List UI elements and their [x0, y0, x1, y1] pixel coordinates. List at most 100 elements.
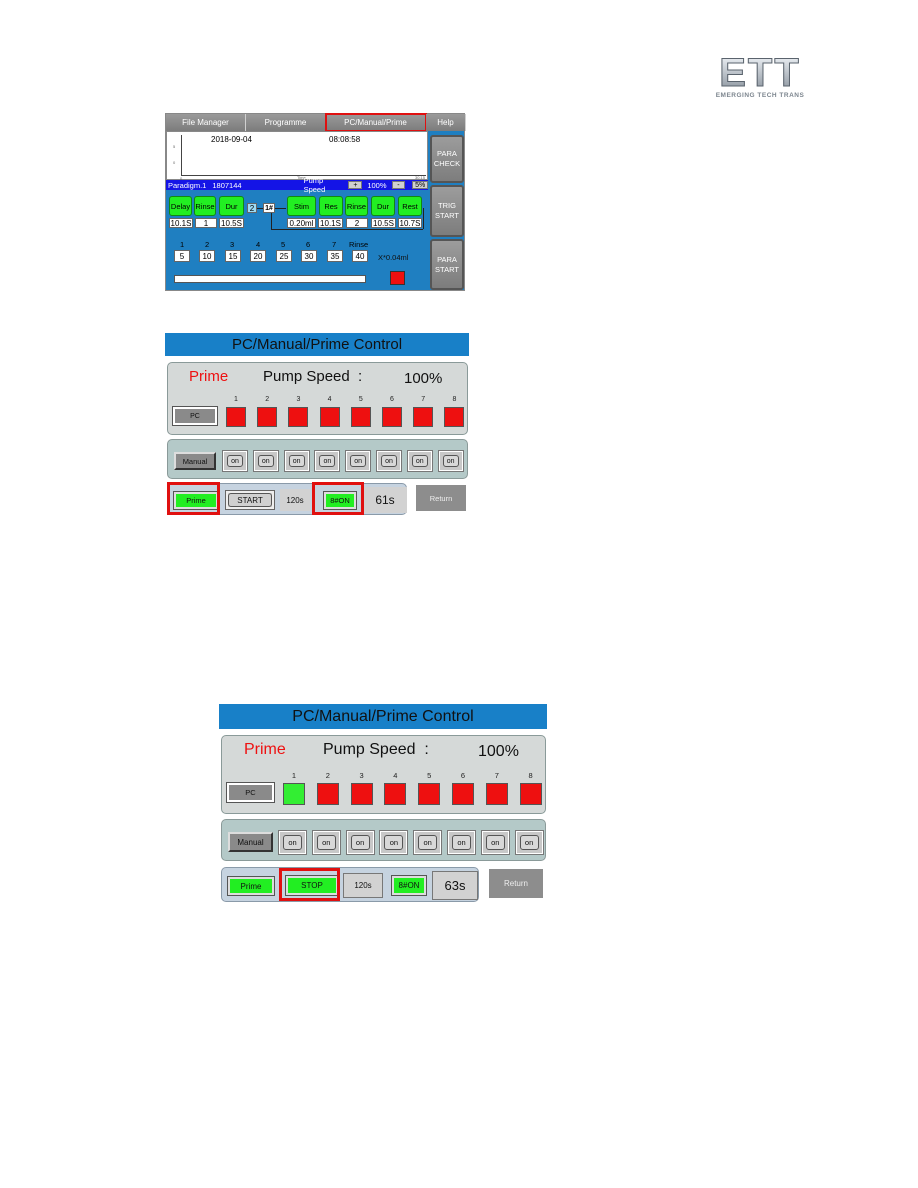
para-start-button[interactable]: PARA START	[430, 239, 464, 290]
trig-start-line2: START	[435, 211, 459, 220]
delay-value[interactable]: 10.1S	[169, 218, 193, 228]
step-stim-button[interactable]: Stim	[287, 196, 316, 216]
channel-indicator-4	[319, 407, 340, 427]
channel-on-button-5[interactable]: on	[345, 450, 372, 472]
step-dur2-button[interactable]: Dur	[371, 196, 395, 216]
ett-logo: ETT EMERGING TECH TRANS	[700, 53, 820, 100]
rest-value[interactable]: 10.7S	[398, 218, 422, 228]
step-delay-button[interactable]: Delay	[169, 196, 192, 216]
speed-step-value[interactable]: 5%	[412, 181, 428, 189]
on-label: on	[283, 835, 302, 850]
vol-label-4: 4	[256, 240, 261, 249]
pump-speed-value: 100%	[478, 743, 519, 760]
on-label: on	[418, 835, 438, 850]
tab-help[interactable]: Help	[426, 114, 466, 131]
vol-label-7: 7	[332, 240, 337, 249]
channel-on-button-5[interactable]: on	[413, 830, 443, 855]
channel-on-button-8[interactable]: on	[514, 830, 544, 855]
channel-number-2: 2	[325, 771, 330, 780]
chart-time: 08:08:58	[329, 135, 361, 144]
channel-on-button-6[interactable]: on	[376, 450, 402, 472]
tab-pc-manual-prime[interactable]: PC/Manual/Prime	[325, 113, 427, 132]
control-title: PC/Manual/Prime Control	[165, 333, 469, 356]
channel-selector[interactable]: 1#	[263, 203, 275, 213]
channel-on-button-8[interactable]: on	[437, 450, 464, 472]
connector-line	[275, 208, 286, 209]
pump-speed-label: Pump Speed :	[263, 368, 363, 385]
loop-count[interactable]: 2	[247, 203, 257, 213]
para-check-button[interactable]: PARA CHECK	[430, 135, 464, 183]
channel-on-button-7[interactable]: on	[406, 450, 433, 472]
vol-value-4[interactable]: 20	[250, 250, 266, 262]
rinse2-value[interactable]: 2	[346, 218, 368, 228]
para-check-line1: PARA	[437, 149, 457, 158]
channel-on-button-7[interactable]: on	[480, 830, 510, 855]
trig-start-button[interactable]: TRIG START	[430, 185, 464, 237]
logo-text: ETT	[700, 53, 820, 94]
on-label: on	[384, 835, 404, 850]
mode-label: Prime	[244, 741, 286, 758]
channel-number-7: 7	[494, 771, 499, 780]
return-button[interactable]: Return	[416, 485, 466, 511]
channel-on-button-1[interactable]: on	[278, 830, 307, 855]
pc-button[interactable]: PC	[172, 406, 218, 426]
pump-speed-value: 100%	[404, 370, 443, 387]
vol-value-3[interactable]: 15	[225, 250, 241, 262]
channel-on-button-2[interactable]: on	[311, 830, 341, 855]
para-start-line2: START	[435, 264, 459, 274]
duration-value[interactable]: 120s	[343, 873, 383, 898]
speed-minus-button[interactable]: -	[391, 181, 406, 189]
manual-button[interactable]: Manual	[228, 832, 273, 852]
tab-programme[interactable]: Programme	[246, 114, 326, 131]
step-dur-button[interactable]: Dur	[219, 196, 244, 216]
channel-on-button-3[interactable]: on	[345, 830, 375, 855]
on-label: on	[411, 455, 428, 467]
y-tick: 0	[173, 160, 176, 165]
manual-button[interactable]: Manual	[174, 452, 216, 470]
stim-value[interactable]: 0.20ml	[287, 218, 316, 228]
channel-indicator-2	[316, 783, 339, 805]
vol-label-rinse: Rinse	[349, 240, 369, 249]
para-check-line2: CHECK	[433, 159, 461, 168]
channel-number-5: 5	[427, 771, 432, 780]
channel-indicator-1	[226, 407, 246, 427]
vol-value-2[interactable]: 10	[199, 250, 215, 262]
channel-on-button-3[interactable]: on	[283, 450, 310, 472]
on-label: on	[288, 455, 305, 467]
dur-value[interactable]: 10.5S	[219, 218, 244, 228]
status-bar: Paradigm.1 1807144 Pump Speed + 100% - 5…	[166, 176, 428, 194]
step-rinse2-button[interactable]: Rinse	[345, 196, 368, 216]
all-on-button[interactable]: 8#ON	[391, 875, 427, 896]
channel-on-button-4[interactable]: on	[379, 830, 409, 855]
control-title: PC/Manual/Prime Control	[219, 704, 547, 729]
vol-value-6[interactable]: 30	[301, 250, 317, 262]
res-value[interactable]: 10.1S	[318, 218, 343, 228]
tab-file-manager[interactable]: File Manager	[166, 114, 246, 131]
rinse-value[interactable]: 1	[195, 218, 217, 228]
step-res-button[interactable]: Res	[319, 196, 343, 216]
prime-button[interactable]: Prime	[227, 876, 275, 896]
channel-on-button-6[interactable]: on	[447, 830, 476, 855]
loop-line	[423, 208, 424, 229]
on-label: on	[316, 835, 336, 850]
return-button[interactable]: Return	[489, 869, 543, 898]
vol-label-3: 3	[230, 240, 235, 249]
step-rest-button[interactable]: Rest	[398, 196, 422, 216]
channel-indicator-8	[444, 407, 465, 427]
vol-value-7[interactable]: 35	[327, 250, 343, 262]
channel-on-button-1[interactable]: on	[222, 450, 248, 472]
tab-bar: File Manager Programme PC/Manual/Prime H…	[166, 113, 466, 132]
on-label: on	[350, 455, 367, 467]
logo-subtitle: EMERGING TECH TRANS	[715, 92, 805, 99]
start-button[interactable]: START	[225, 490, 275, 510]
pc-button[interactable]: PC	[226, 782, 275, 803]
speed-plus-button[interactable]: +	[348, 181, 363, 189]
channel-on-button-4[interactable]: on	[314, 450, 341, 472]
channel-on-button-2[interactable]: on	[252, 450, 279, 472]
dur2-value[interactable]: 10.5S	[371, 218, 396, 228]
duration-value[interactable]: 120s	[280, 489, 310, 511]
vol-value-1[interactable]: 5	[174, 250, 190, 262]
vol-value-rinse[interactable]: 40	[352, 250, 368, 262]
step-rinse-button[interactable]: Rinse	[194, 196, 216, 216]
vol-value-5[interactable]: 25	[276, 250, 292, 262]
